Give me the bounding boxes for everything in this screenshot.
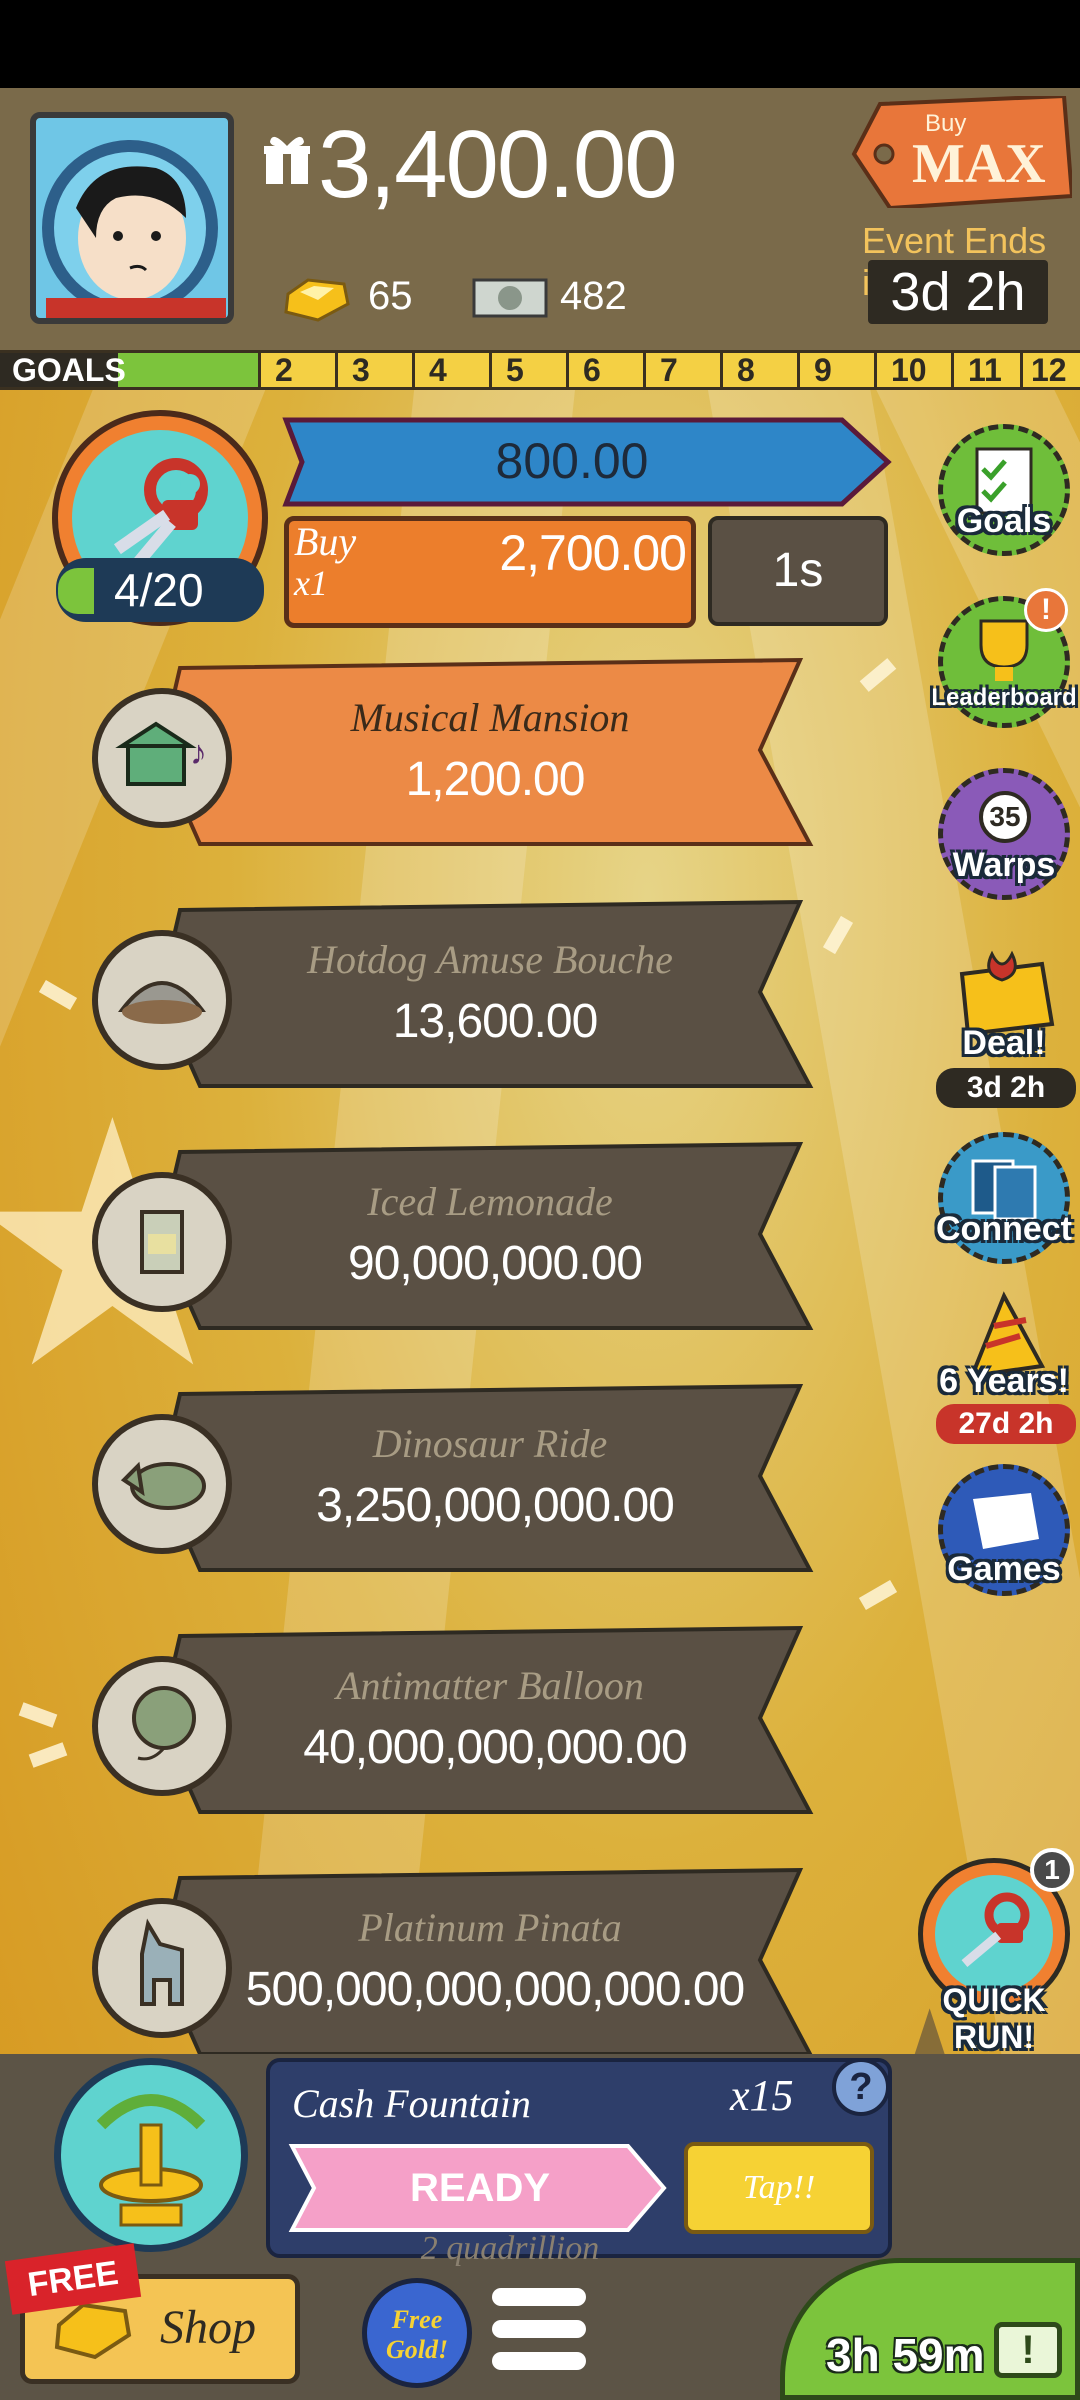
side-anniversary-timer: 27d 2h	[936, 1404, 1076, 1444]
quick-run-label: QUICK RUN!	[942, 1982, 1046, 2055]
pinata-icon	[92, 1898, 232, 2038]
event-timer: 3d 2h	[868, 260, 1048, 324]
quick-run-keys-icon	[935, 1875, 1053, 1993]
cash-fountain-multiplier: x15	[730, 2071, 794, 2120]
business-row-lemonade[interactable]: Iced Lemonade 90,000,000.00	[0, 1138, 830, 1338]
goal-number: 11	[951, 353, 1028, 387]
manager-portrait-icon	[42, 140, 226, 318]
business-row-dinosaur[interactable]: Dinosaur Ride 3,250,000,000.00	[0, 1380, 830, 1580]
side-leaderboard-button[interactable]: ! Leaderboard	[931, 588, 1077, 766]
side-deal-label: Deal!	[962, 1024, 1046, 1062]
side-goals-button[interactable]: Goals	[932, 424, 1076, 594]
side-games-button[interactable]: Games	[932, 1464, 1076, 1634]
side-connect-label: Connect	[936, 1210, 1072, 1248]
goals-bar[interactable]: GOALS 2 3 4 5 6 7 8 9 10 11 12	[0, 350, 1080, 390]
free-gold-button[interactable]: Free Gold!	[362, 2278, 472, 2388]
business-value: 1,200.00	[405, 753, 586, 806]
avatar[interactable]	[30, 112, 234, 324]
buy-multiplier: x1	[294, 563, 328, 603]
side-connect-button[interactable]: Connect	[932, 1132, 1076, 1302]
help-icon[interactable]: ?	[832, 2058, 890, 2116]
fountain-icon	[96, 2094, 206, 2227]
business-row-pinata[interactable]: Platinum Pinata 500,000,000,000,000.00	[0, 1864, 830, 2064]
buy-cost: 2,700.00	[499, 525, 687, 581]
gift-icon	[264, 136, 310, 184]
business-row-hotdog[interactable]: Hotdog Amuse Bouche 13,600.00	[0, 896, 830, 1096]
timer-button[interactable]: 1s	[708, 516, 888, 626]
cash-fountain-button[interactable]	[54, 2058, 248, 2252]
goal-number: 4	[412, 353, 489, 387]
cash-balance: 3,400.00	[318, 111, 678, 218]
business-name: Platinum Pinata	[358, 1905, 622, 1950]
warps-count: 35	[979, 791, 1031, 843]
goal-number: 7	[643, 353, 720, 387]
lemonade-icon	[92, 1172, 232, 1312]
hamburger-icon	[492, 2352, 586, 2370]
business-value: 3,250,000,000.00	[316, 1479, 675, 1532]
business-name: Hotdog Amuse Bouche	[307, 937, 673, 982]
svg-text:♪: ♪	[190, 734, 207, 772]
side-deal-timer: 3d 2h	[936, 1068, 1076, 1108]
progress-value: 800.00	[495, 433, 649, 489]
buy-label: Buy	[294, 519, 357, 564]
goal-number: 5	[489, 353, 566, 387]
gold-icon	[284, 278, 350, 322]
side-deal-button[interactable]: Deal! 3d 2h	[932, 940, 1076, 1110]
business-name: Iced Lemonade	[367, 1179, 613, 1224]
dinosaur-icon	[92, 1414, 232, 1554]
business-row-balloon[interactable]: Antimatter Balloon 40,000,000,000.00	[0, 1622, 830, 1822]
business-name: Dinosaur Ride	[372, 1421, 608, 1466]
side-warps-label: Warps	[952, 846, 1056, 884]
megabucks-count: 482	[560, 274, 627, 318]
goal-number: 10	[874, 353, 951, 387]
business-name: Antimatter Balloon	[336, 1663, 644, 1708]
mansion-icon: ♪	[92, 688, 232, 828]
goal-number: 9	[797, 353, 874, 387]
cash-fountain-title: Cash Fountain	[292, 2081, 531, 2126]
hidden-business-value: 2 quadrillion	[420, 2230, 600, 2267]
balloon-icon	[92, 1656, 232, 1796]
hamburger-icon	[492, 2288, 586, 2306]
side-games-label: Games	[947, 1550, 1061, 1588]
ready-label: READY	[409, 2166, 551, 2210]
goal-number: 2	[258, 353, 335, 387]
goal-number: 3	[335, 353, 412, 387]
goal-number: 12	[1020, 353, 1080, 387]
tap-button[interactable]: Tap!!	[684, 2142, 874, 2234]
goals-progress-fill	[118, 353, 258, 387]
goal-number: 6	[566, 353, 643, 387]
business-value: 13,600.00	[392, 995, 599, 1048]
side-anniversary-button[interactable]: 6 Years! 27d 2h	[932, 1290, 1076, 1460]
goals-label: GOALS	[0, 353, 126, 387]
gold-count: 65	[368, 274, 413, 318]
side-goals-label: Goals	[956, 502, 1052, 540]
menu-button[interactable]	[492, 2288, 586, 2372]
business-name: Musical Mansion	[350, 695, 630, 740]
side-warps-button[interactable]: 35 Warps	[932, 768, 1076, 938]
goal-number: 8	[720, 353, 797, 387]
side-anniversary-label: 6 Years!	[939, 1362, 1069, 1400]
business-value: 90,000,000.00	[348, 1237, 643, 1290]
megabucks-icon	[472, 278, 548, 318]
quick-run-badge: 1	[1030, 1848, 1074, 1892]
upgrade-count-progress	[58, 568, 94, 614]
business-row-musical-mansion[interactable]: ♪ Musical Mansion 1,200.00	[0, 654, 830, 854]
business-value: 500,000,000,000,000.00	[245, 1963, 746, 2016]
alert-icon: !	[1024, 588, 1068, 632]
shop-label: Shop	[160, 2301, 256, 2354]
status-bar	[0, 0, 1080, 88]
ad-boost-time: 3h 59m	[826, 2329, 985, 2381]
business-value: 40,000,000,000.00	[303, 1721, 687, 1774]
tv-icon: !	[994, 2322, 1062, 2378]
buy-max-label: MAX	[912, 133, 1046, 195]
hamburger-icon	[492, 2320, 586, 2338]
hotdog-icon	[92, 930, 232, 1070]
side-leaderboard-label: Leaderboard	[931, 684, 1077, 711]
